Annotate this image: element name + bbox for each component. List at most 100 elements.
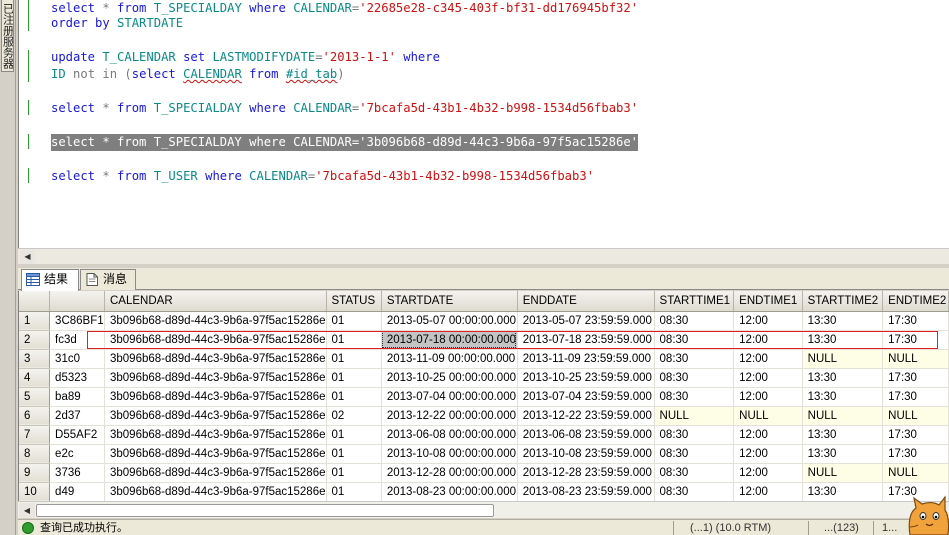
table-cell[interactable]: 12:00 bbox=[733, 330, 803, 350]
table-cell[interactable]: 3736 bbox=[49, 463, 105, 483]
table-cell[interactable]: 13:30 bbox=[802, 387, 884, 407]
table-cell[interactable]: 31c0 bbox=[49, 349, 105, 369]
table-row[interactable]: 8 e2c 3b096b68-d89d-44c3-9b6a-97f5ac15286e… bbox=[19, 444, 949, 464]
table-cell[interactable]: 2013-10-25 23:59:59.000 bbox=[517, 368, 655, 388]
results-grid[interactable]: CALENDAR STATUS STARTDATE ENDDATE STARTTIME1… bbox=[18, 291, 949, 501]
table-cell[interactable]: 02 bbox=[326, 406, 382, 426]
table-cell[interactable]: 3b096b68-d89d-44c3-9b6a-97f5ac15286e bbox=[104, 368, 327, 388]
table-cell[interactable]: 12:00 bbox=[733, 425, 803, 445]
code-line[interactable]: select * from T_USER where CALENDAR='7bc… bbox=[51, 168, 594, 185]
row-number[interactable]: 7 bbox=[19, 425, 51, 445]
table-cell[interactable]: 3b096b68-d89d-44c3-9b6a-97f5ac15286e bbox=[104, 425, 327, 445]
table-row[interactable]: 5 ba89 3b096b68-d89d-44c3-9b6a-97f5ac15286… bbox=[19, 387, 949, 407]
table-cell[interactable]: 12:00 bbox=[733, 387, 803, 407]
tab-messages[interactable]: 消息 bbox=[80, 269, 136, 290]
table-cell[interactable]: NULL bbox=[882, 349, 949, 369]
table-cell[interactable]: 01 bbox=[326, 387, 382, 407]
table-row[interactable]: 9 3736 3b096b68-d89d-44c3-9b6a-97f5ac15286… bbox=[19, 463, 949, 483]
table-row[interactable]: 6 2d37 3b096b68-d89d-44c3-9b6a-97f5ac15286… bbox=[19, 406, 949, 426]
table-cell[interactable]: 2013-08-23 00:00:00.000 bbox=[381, 482, 518, 501]
column-header[interactable]: STARTTIME1 bbox=[654, 291, 735, 312]
table-cell[interactable]: 2013-10-08 23:59:59.000 bbox=[517, 444, 655, 464]
table-cell[interactable]: NULL bbox=[733, 406, 803, 426]
table-row[interactable]: 2 fc3d 3b096b68-d89d-44c3-9b6a-97f5ac15286… bbox=[19, 330, 949, 350]
row-number[interactable]: 10 bbox=[19, 482, 51, 501]
table-cell[interactable]: 01 bbox=[326, 482, 382, 501]
table-cell[interactable]: 2013-12-28 00:00:00.000 bbox=[381, 463, 518, 483]
row-number[interactable]: 1 bbox=[19, 311, 51, 331]
column-header[interactable]: CALENDAR bbox=[104, 291, 327, 312]
table-cell[interactable]: 12:00 bbox=[733, 444, 803, 464]
column-header[interactable]: ENDTIME1 bbox=[733, 291, 803, 312]
column-header[interactable]: STARTDATE bbox=[381, 291, 518, 312]
table-cell[interactable]: 08:30 bbox=[654, 349, 735, 369]
table-cell[interactable]: 08:30 bbox=[654, 425, 735, 445]
table-cell[interactable]: D55AF2 bbox=[49, 425, 105, 445]
table-cell[interactable]: 2013-10-25 00:00:00.000 bbox=[381, 368, 518, 388]
table-cell[interactable]: NULL bbox=[802, 463, 884, 483]
table-cell[interactable]: 12:00 bbox=[733, 349, 803, 369]
column-header[interactable]: ENDDATE bbox=[517, 291, 655, 312]
table-row[interactable]: 3 31c0 3b096b68-d89d-44c3-9b6a-97f5ac15286… bbox=[19, 349, 949, 369]
table-cell[interactable]: 13:30 bbox=[802, 482, 884, 501]
registered-servers-tab[interactable]: 已注册服务器 bbox=[1, 0, 14, 72]
sql-editor[interactable]: select * from T_SPECIALDAY where CALENDA… bbox=[18, 0, 949, 248]
table-cell[interactable]: 3b096b68-d89d-44c3-9b6a-97f5ac15286e bbox=[104, 387, 327, 407]
table-cell[interactable]: 08:30 bbox=[654, 368, 735, 388]
table-cell[interactable]: 01 bbox=[326, 425, 382, 445]
table-cell[interactable]: 13:30 bbox=[802, 444, 884, 464]
code-line[interactable]: select * from T_SPECIALDAY where CALENDA… bbox=[51, 100, 638, 117]
table-cell[interactable]: NULL bbox=[654, 406, 735, 426]
row-number-header[interactable] bbox=[19, 291, 51, 312]
table-cell[interactable]: 3b096b68-d89d-44c3-9b6a-97f5ac15286e bbox=[104, 482, 327, 501]
table-cell[interactable]: 13:30 bbox=[802, 311, 884, 331]
table-cell[interactable]: 2013-07-04 23:59:59.000 bbox=[517, 387, 655, 407]
row-number[interactable]: 5 bbox=[19, 387, 51, 407]
table-cell[interactable]: 2013-11-09 23:59:59.000 bbox=[517, 349, 655, 369]
column-header[interactable]: STARTTIME2 bbox=[802, 291, 884, 312]
row-number[interactable]: 3 bbox=[19, 349, 51, 369]
code-line[interactable]: select * from T_SPECIALDAY where CALENDA… bbox=[51, 134, 638, 151]
table-cell[interactable]: 01 bbox=[326, 349, 382, 369]
table-cell[interactable]: 13:30 bbox=[802, 425, 884, 445]
table-cell[interactable]: 01 bbox=[326, 311, 382, 331]
table-row[interactable]: 7 D55AF2 3b096b68-d89d-44c3-9b6a-97f5ac152… bbox=[19, 425, 949, 445]
table-cell[interactable]: 08:30 bbox=[654, 387, 735, 407]
grid-horizontal-scrollbar[interactable]: ◀ bbox=[18, 501, 949, 518]
table-cell[interactable]: 08:30 bbox=[654, 482, 735, 501]
table-cell[interactable]: 2013-12-22 23:59:59.000 bbox=[517, 406, 655, 426]
table-cell[interactable]: 2013-10-08 00:00:00.000 bbox=[381, 444, 518, 464]
table-cell[interactable]: 2013-07-18 23:59:59.000 bbox=[517, 330, 655, 350]
table-cell[interactable]: 2013-06-08 23:59:59.000 bbox=[517, 425, 655, 445]
table-cell[interactable]: 2013-11-09 00:00:00.000 bbox=[381, 349, 518, 369]
table-cell[interactable]: 2013-07-04 00:00:00.000 bbox=[381, 387, 518, 407]
table-cell[interactable]: 3b096b68-d89d-44c3-9b6a-97f5ac15286e bbox=[104, 349, 327, 369]
table-cell[interactable]: 17:30 bbox=[882, 368, 949, 388]
table-cell[interactable]: 2013-05-07 23:59:59.000 bbox=[517, 311, 655, 331]
grid-scroll-thumb[interactable] bbox=[36, 504, 494, 517]
table-row[interactable]: 4 d5323 3b096b68-d89d-44c3-9b6a-97f5ac1528… bbox=[19, 368, 949, 388]
table-row[interactable]: 1 3C86BF1 3b096b68-d89d-44c3-9b6a-97f5ac15… bbox=[19, 311, 949, 331]
table-cell[interactable]: 12:00 bbox=[733, 368, 803, 388]
table-cell[interactable]: 3b096b68-d89d-44c3-9b6a-97f5ac15286e bbox=[104, 330, 327, 350]
table-cell[interactable]: 3b096b68-d89d-44c3-9b6a-97f5ac15286e bbox=[104, 406, 327, 426]
editor-horizontal-scrollbar[interactable]: ◀ bbox=[18, 248, 949, 264]
table-cell[interactable]: 2013-07-18 00:00:00.000 bbox=[381, 330, 518, 350]
table-cell[interactable]: 17:30 bbox=[882, 444, 949, 464]
grid-scroll-left-arrow-icon[interactable]: ◀ bbox=[19, 503, 35, 518]
table-cell[interactable]: 2d37 bbox=[49, 406, 105, 426]
row-number[interactable]: 2 bbox=[19, 330, 51, 350]
table-cell[interactable]: 17:30 bbox=[882, 387, 949, 407]
row-number[interactable]: 4 bbox=[19, 368, 51, 388]
column-header[interactable]: ENDTIME2 bbox=[882, 291, 949, 312]
column-header[interactable]: STATUS bbox=[326, 291, 382, 312]
table-cell[interactable]: 13:30 bbox=[802, 368, 884, 388]
table-cell[interactable]: 01 bbox=[326, 368, 382, 388]
table-cell[interactable]: 08:30 bbox=[654, 463, 735, 483]
scroll-left-arrow-icon[interactable]: ◀ bbox=[20, 250, 35, 264]
table-cell[interactable]: 13:30 bbox=[802, 330, 884, 350]
tab-results[interactable]: 结果 bbox=[21, 269, 79, 291]
row-number[interactable]: 6 bbox=[19, 406, 51, 426]
column-header[interactable] bbox=[49, 291, 105, 312]
code-line[interactable]: order by STARTDATE bbox=[51, 15, 183, 32]
